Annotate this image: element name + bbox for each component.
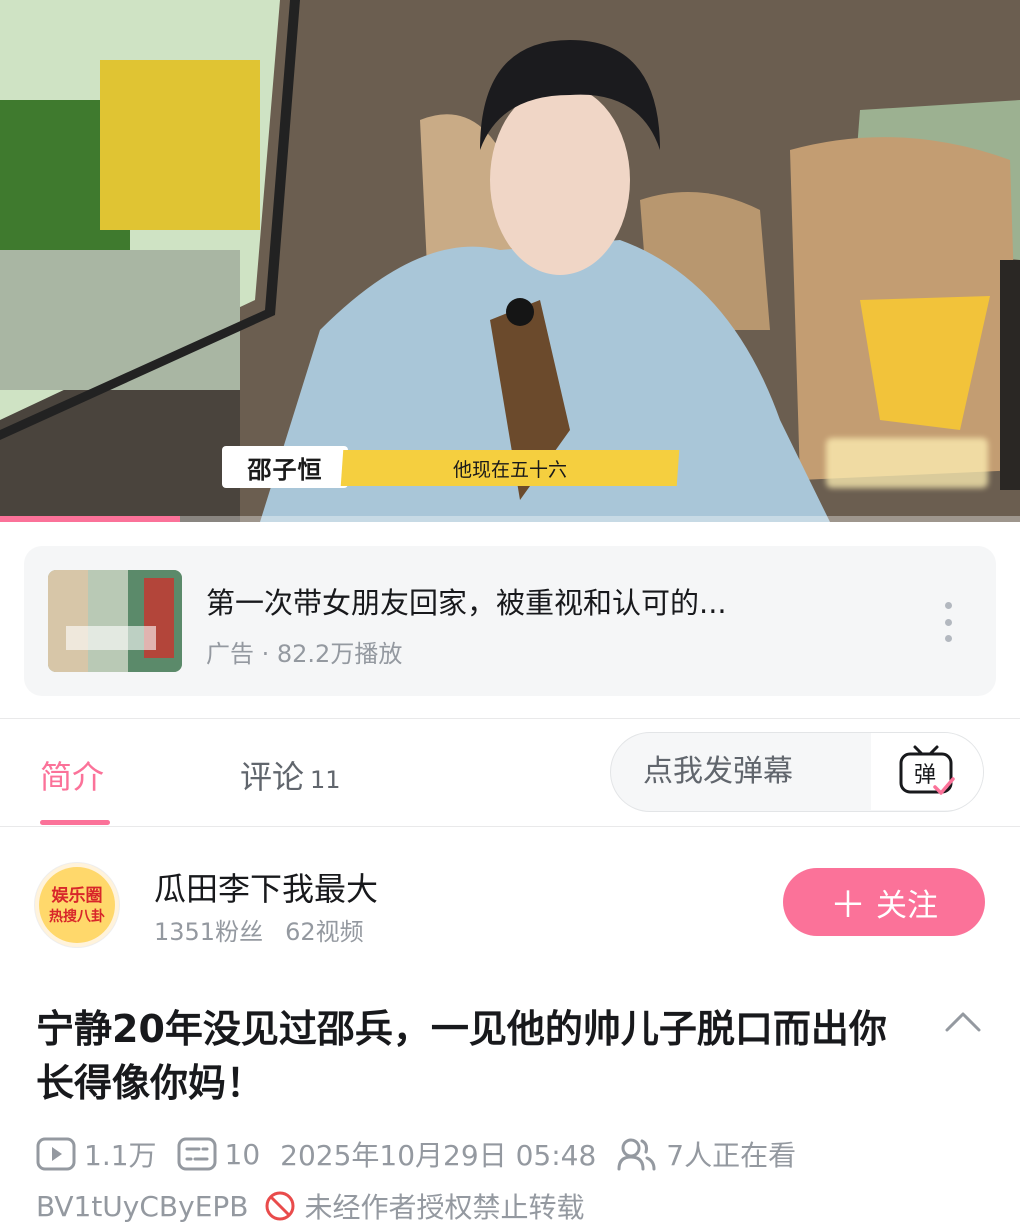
blurred-overlay-tag [826,438,988,488]
publish-date: 2025年10月29日 05:48 [280,1134,596,1174]
ad-thumbnail [48,570,182,672]
follower-count: 1351粉丝 [154,918,264,946]
no-repost-icon [265,1191,295,1221]
video-title: 宁静20年没见过邵兵，一见他的帅儿子脱口而出你长得像你妈！ [36,1007,887,1105]
play-count: 1.1万 [36,1134,157,1174]
danmaku-send-icon: 弹 [899,745,955,795]
svg-text:娱乐圈: 娱乐圈 [52,885,103,906]
copyright-notice: 未经作者授权禁止转载 [304,1191,585,1224]
watching-now: 7人正在看 [616,1134,796,1174]
video-player[interactable]: 邵子恒 他现在五十六 [0,0,1020,522]
danmaku-send-button[interactable]: 弹 [871,733,983,810]
tab-comments-label: 评论 [240,758,305,796]
more-vertical-icon[interactable] [938,602,958,642]
watching-icon [617,1138,656,1171]
svg-text:热搜八卦: 热搜八卦 [49,908,105,925]
video-subtitle: 邵子恒 他现在五十六 [222,446,680,488]
collapse-chevron-icon[interactable] [944,1010,982,1034]
comments-count: 11 [310,766,341,794]
watching-value: 7人正在看 [666,1139,797,1172]
ad-meta: 广告 · 82.2万播放 [206,640,403,668]
play-count-icon [36,1137,76,1171]
svg-text:弹: 弹 [914,763,936,788]
avatar[interactable]: 娱乐圈 热搜八卦 [34,862,120,948]
active-tab-indicator [40,820,110,825]
tab-intro[interactable]: 简介 [40,752,104,798]
danmaku-placeholder[interactable]: 点我发弹幕 [643,733,793,810]
danmaku-count-icon [177,1137,217,1171]
ad-title: 第一次带女朋友回家，被重视和认可的... [206,586,727,620]
subtitle-text: 他现在五十六 [452,458,567,481]
uploader-stats: 1351粉丝 62视频 [154,912,364,947]
ad-card[interactable]: 第一次带女朋友回家，被重视和认可的... 广告 · 82.2万播放 [24,546,996,696]
play-count-value: 1.1万 [84,1139,157,1172]
divider [0,826,1020,827]
divider [0,718,1020,719]
follow-button[interactable]: ＋ 关注 [783,868,985,936]
bvid: BV1tUyCByEPB [36,1189,249,1223]
danmaku-input[interactable]: 点我发弹幕 弹 [610,732,984,812]
video-stats-row: 1.1万 10 2025年10月29日 05:48 7人正在看 [36,1134,816,1174]
plus-icon: ＋ [829,885,866,926]
follow-label: 关注 [876,887,938,924]
progress-bar[interactable] [0,516,180,522]
danmaku-count: 10 [177,1137,261,1171]
subtitle-text-banner: 他现在五十六 [340,450,680,486]
video-id-row: BV1tUyCByEPB 未经作者授权禁止转载 [36,1186,585,1226]
tab-comments[interactable]: 评论 11 [240,752,341,798]
video-count: 62视频 [285,918,364,946]
danmaku-count-value: 10 [224,1137,261,1171]
subtitle-speaker-name: 邵子恒 [222,446,348,488]
publish-date-value: 2025年10月29日 05:48 [280,1139,597,1172]
uploader-name[interactable]: 瓜田李下我最大 [154,864,378,910]
